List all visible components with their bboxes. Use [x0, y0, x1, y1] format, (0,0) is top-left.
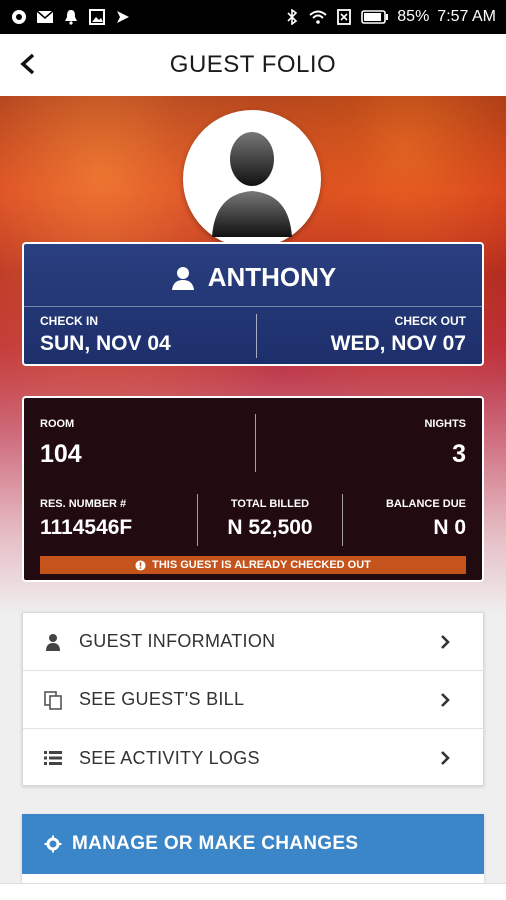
list-icon	[41, 746, 65, 770]
room-label: ROOM	[40, 418, 75, 430]
status-left	[10, 9, 132, 25]
copy-icon	[41, 688, 65, 712]
status-bar: 85% 7:57 AM	[0, 0, 506, 34]
notice-text: THIS GUEST IS ALREADY CHECKED OUT	[152, 559, 371, 571]
chevron-right-icon	[435, 690, 455, 710]
check-out-label: CHECK OUT	[394, 314, 466, 328]
chevron-right-icon	[435, 632, 455, 652]
person-icon	[171, 266, 194, 290]
divider	[256, 314, 257, 358]
menu-item-label: SEE GUEST'S BILL	[79, 689, 245, 709]
total-billed-label: TOTAL BILLED	[230, 498, 310, 510]
menu-item-guest-bill[interactable]: SEE GUEST'S BILL	[23, 671, 483, 729]
chrome-icon	[10, 9, 28, 25]
mail-forward-icon	[114, 9, 132, 25]
mail-icon	[36, 9, 54, 25]
status-right: 85% 7:57 AM	[283, 8, 496, 26]
bottom-edge	[0, 883, 506, 900]
checked-out-notice: THIS GUEST IS ALREADY CHECKED OUT	[40, 556, 466, 574]
menu-item-label: SEE ACTIVITY LOGS	[79, 747, 260, 768]
person-icon	[41, 630, 65, 654]
guest-name: ANTHONY	[207, 262, 337, 292]
chevron-left-icon	[20, 53, 35, 75]
check-in-value: SUN, NOV 04	[40, 332, 171, 355]
gear-icon	[44, 835, 62, 853]
manage-header[interactable]: MANAGE OR MAKE CHANGES	[22, 814, 484, 874]
guest-card: ANTHONY CHECK IN SUN, NOV 04 CHECK OUT W…	[22, 242, 484, 366]
page-title: GUEST FOLIO	[169, 51, 337, 78]
guest-name-row: ANTHONY	[24, 262, 482, 293]
nights-value: 3	[452, 440, 466, 468]
chevron-right-icon	[435, 748, 455, 768]
balance-due-label: BALANCE DUE	[385, 498, 466, 510]
avatar	[183, 110, 321, 248]
manage-section: MANAGE OR MAKE CHANGES	[22, 814, 484, 884]
info-icon	[135, 559, 146, 571]
check-in-label: CHECK IN	[40, 314, 99, 328]
menu-item-label: GUEST INFORMATION	[79, 631, 276, 651]
action-menu: GUEST INFORMATION SEE GUEST'S BILL SEE A…	[22, 612, 484, 786]
menu-item-guest-information[interactable]: GUEST INFORMATION	[23, 613, 483, 671]
back-button[interactable]	[14, 50, 42, 78]
menu-item-activity-logs[interactable]: SEE ACTIVITY LOGS	[23, 729, 483, 787]
battery-icon	[361, 9, 389, 25]
balance-due-value: N 0	[433, 516, 466, 539]
room-value: 104	[40, 440, 82, 468]
battery-percent: 85%	[397, 8, 430, 25]
divider	[24, 306, 482, 307]
divider	[255, 414, 256, 472]
stay-card: ROOM 104 NIGHTS 3 RES. NUMBER # 1114546F…	[22, 396, 484, 582]
res-number-label: RES. NUMBER #	[40, 498, 127, 510]
total-billed-value: N 52,500	[227, 516, 313, 539]
data-icon	[335, 9, 353, 25]
clock: 7:57 AM	[437, 8, 496, 25]
notification-icon	[62, 9, 80, 25]
bluetooth-icon	[283, 9, 301, 25]
check-out-value: WED, NOV 07	[330, 332, 466, 355]
app-bar: GUEST FOLIO	[0, 34, 506, 96]
nights-label: NIGHTS	[424, 418, 466, 430]
res-number-value: 1114546F	[40, 516, 133, 539]
divider	[342, 494, 343, 546]
manage-label: MANAGE OR MAKE CHANGES	[72, 833, 359, 854]
image-icon	[88, 9, 106, 25]
person-silhouette-icon	[212, 132, 292, 237]
wifi-icon	[309, 9, 327, 25]
